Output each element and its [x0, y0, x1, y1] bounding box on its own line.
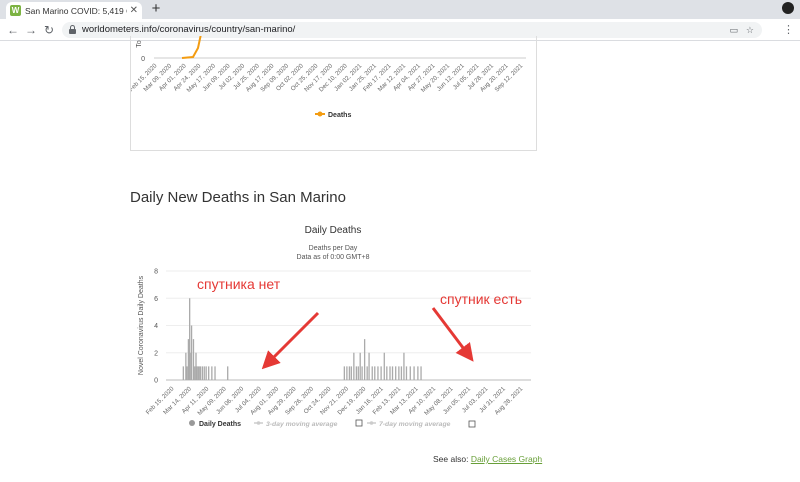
data-bar [185, 352, 187, 380]
data-bar [198, 366, 200, 380]
tab-title: San Marino COVID: 5,419 Cases a [25, 5, 127, 16]
legend-7day-marker [369, 421, 374, 425]
data-bar [359, 352, 361, 380]
daily-deaths-chart: Daily Deaths Deaths per Day Data as of 0:0… [138, 225, 531, 428]
annotation-right: спутник есть [440, 291, 523, 307]
data-bar [374, 366, 376, 380]
worldometer-favicon-icon: W [10, 5, 21, 16]
reload-icon[interactable]: ↻ [42, 23, 56, 37]
data-bar [205, 366, 207, 380]
menu-kebab-icon[interactable]: ⋮ [783, 23, 794, 36]
daily-deaths-chart-card: Daily Deaths Deaths per Day Data as of 0:0… [130, 214, 537, 434]
data-bar [386, 366, 388, 380]
data-bar [190, 325, 193, 380]
data-bar [383, 352, 385, 380]
data-bar [400, 366, 403, 380]
y-tick-label: 0 [154, 378, 158, 385]
data-bar [363, 339, 366, 380]
section-title: Daily New Deaths in San Marino [130, 189, 346, 206]
y-tick-label: 4 [154, 323, 158, 330]
total-deaths-chart-card: To 0 Feb 15, 2020 Mar 09, 2020 Apr 01, 2020 A… [128, 33, 537, 151]
url-text[interactable]: worldometers.info/coronavirus/country/sa… [82, 24, 295, 35]
chart-subtitle: Deaths per Day [309, 245, 358, 252]
data-bar [348, 366, 351, 380]
chart-title: Daily Deaths [305, 225, 362, 236]
y-tick-label: 2 [154, 350, 158, 357]
data-bar [395, 366, 397, 380]
legend-7day-checkbox [468, 420, 476, 428]
data-bar [189, 298, 191, 380]
new-tab-button[interactable]: + [148, 1, 164, 17]
legend-3day-label: 3-day moving average [266, 421, 338, 428]
y-axis-label: Novel Coronavirus Daily Deaths [138, 275, 145, 375]
lock-icon[interactable] [69, 25, 76, 34]
data-bar [391, 366, 394, 380]
cast-icon[interactable]: ▭ [729, 25, 738, 36]
legend-daily-deaths-label: Daily Deaths [199, 421, 241, 428]
top-chart-series-line [181, 33, 202, 59]
data-bar [182, 366, 184, 380]
top-chart-legend-marker [317, 111, 323, 117]
data-bar [187, 339, 190, 380]
data-bar [380, 366, 382, 380]
data-bar [197, 366, 199, 380]
data-bar [357, 366, 359, 380]
data-bar [420, 366, 422, 380]
legend-3day-checkbox [355, 419, 363, 427]
legend-daily-deaths-marker [189, 420, 195, 426]
data-bar [208, 366, 210, 380]
data-bar [201, 366, 203, 380]
data-bar [192, 339, 195, 380]
data-bar [195, 366, 198, 380]
page-content: To 0 Feb 15, 2020 Mar 09, 2020 Apr 01, 2020 A… [0, 33, 800, 482]
profile-icon[interactable] [782, 2, 794, 14]
data-bar [361, 366, 363, 380]
data-bar [409, 366, 411, 380]
top-chart-legend-label: Deaths [328, 112, 351, 119]
bookmark-star-icon[interactable]: ☆ [746, 25, 754, 36]
top-chart-ytick: 0 [141, 56, 145, 63]
annotation-left: спутника нет [197, 276, 281, 292]
see-also-label: See also: [433, 454, 469, 464]
data-bar [353, 352, 355, 380]
daily-cases-graph-link[interactable]: Daily Cases Graph [471, 454, 542, 464]
data-bar [346, 366, 348, 380]
see-also: See also: Daily Cases Graph [433, 454, 542, 464]
data-bar [377, 366, 379, 380]
total-deaths-chart: To0Feb 15, 2020Mar 09, 2020Apr 01, 2020A… [128, 33, 526, 119]
tab-strip: W San Marino COVID: 5,419 Cases a ✕ + [0, 0, 800, 19]
browser-tab[interactable]: W San Marino COVID: 5,419 Cases a ✕ [6, 2, 142, 19]
chart-subtitle-date: Data as of 0:00 GMT+8 [297, 254, 370, 261]
data-bar [199, 366, 202, 380]
back-arrow-icon[interactable]: ← [6, 23, 20, 37]
data-bar [211, 366, 213, 380]
data-bar [398, 366, 400, 380]
y-tick-label: 6 [154, 296, 158, 303]
data-bar [343, 366, 345, 380]
y-tick-label: 8 [154, 269, 158, 276]
data-bar [371, 366, 373, 380]
data-bar [403, 352, 405, 380]
data-bar [368, 352, 370, 380]
data-bar [405, 366, 408, 380]
data-bar [203, 366, 205, 380]
data-bar [227, 366, 229, 380]
data-bar [355, 366, 358, 380]
data-bar [413, 366, 415, 380]
forward-arrow-icon[interactable]: → [24, 23, 38, 37]
data-bar [214, 366, 216, 380]
data-bar [194, 366, 196, 380]
legend-3day-marker [256, 421, 261, 425]
data-bar [389, 366, 391, 380]
data-bar [366, 366, 368, 380]
data-bar [350, 366, 352, 380]
legend-7day-label: 7-day moving average [379, 421, 451, 428]
data-bar [417, 366, 419, 380]
data-bar [186, 366, 188, 380]
close-tab-icon[interactable]: ✕ [130, 5, 138, 16]
top-chart-ylabel: To [136, 40, 143, 48]
